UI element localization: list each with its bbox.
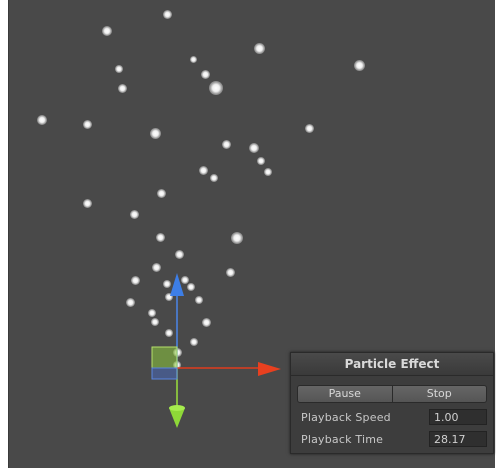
playback-speed-row: Playback Speed 1.00 [301, 407, 487, 427]
playback-speed-field[interactable]: 1.00 [429, 409, 487, 425]
z-axis-arrow-icon[interactable] [170, 273, 184, 296]
xz-plane-handle[interactable] [151, 367, 178, 380]
playback-buttons: Pause Stop [297, 385, 487, 403]
playback-time-label: Playback Time [301, 432, 384, 446]
x-axis-arrow-icon[interactable] [258, 362, 281, 376]
scene-view[interactable]: Particle Effect Pause Stop Playback Spee… [8, 0, 495, 468]
playback-time-row: Playback Time 28.17 [301, 429, 487, 449]
panel-title: Particle Effect [291, 353, 493, 376]
particle-effect-panel: Particle Effect Pause Stop Playback Spee… [290, 352, 494, 454]
playback-speed-label: Playback Speed [301, 410, 391, 424]
y-axis-arrow-cap [169, 405, 185, 411]
xy-plane-handle[interactable] [151, 346, 178, 369]
playback-time-field[interactable]: 28.17 [429, 431, 487, 447]
pause-button[interactable]: Pause [297, 385, 393, 403]
stop-button[interactable]: Stop [392, 385, 487, 403]
